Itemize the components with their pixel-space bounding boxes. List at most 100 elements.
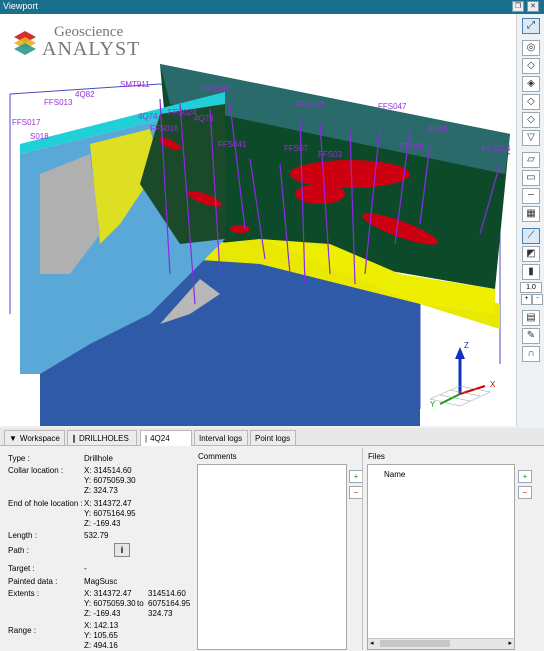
- tab-label: Point logs: [255, 434, 291, 443]
- extents-from-value: X: 314372.47 Y: 6075059.30 Z: -169.43: [84, 589, 136, 618]
- magnet-icon[interactable]: ∩: [522, 346, 540, 362]
- painted-label: Painted data :: [8, 577, 58, 586]
- add-file-icon[interactable]: +: [518, 470, 532, 483]
- workspace-icon: ▼: [9, 434, 17, 443]
- axis-triad: [429, 347, 491, 407]
- drillhole-label[interactable]: FFS047: [378, 102, 406, 111]
- perspective-icon[interactable]: ▱: [522, 152, 540, 168]
- drillhole-label[interactable]: 4Q88: [428, 124, 448, 133]
- target-value: -: [84, 564, 87, 573]
- drillhole-label[interactable]: FFS013: [44, 98, 72, 107]
- window-title: Viewport: [3, 1, 38, 11]
- tab-label: DRILLHOLES: [79, 434, 129, 443]
- zoom-field[interactable]: 1.0: [520, 282, 542, 293]
- type-label: Type :: [8, 454, 30, 463]
- drillhole-label[interactable]: FFS07: [284, 144, 308, 153]
- grid-icon[interactable]: ▦: [522, 206, 540, 222]
- drillhole-label[interactable]: FFS040: [202, 84, 230, 93]
- path-info-button[interactable]: i: [114, 543, 130, 557]
- view-south-icon[interactable]: ◇: [522, 94, 540, 110]
- drillhole-label[interactable]: S018: [30, 132, 49, 141]
- files-box[interactable]: Name ◂ ▸: [367, 464, 515, 650]
- drillhole-label[interactable]: FFS033: [295, 100, 323, 109]
- view-north-icon[interactable]: ◇: [522, 58, 540, 74]
- remove-file-icon[interactable]: −: [518, 486, 532, 499]
- path-label: Path :: [8, 546, 29, 555]
- comments-box[interactable]: [197, 464, 347, 650]
- type-value: Drillhole: [84, 454, 113, 463]
- drillhole-label[interactable]: FFS024: [168, 108, 196, 117]
- fit-view-icon[interactable]: ⤢: [522, 18, 540, 34]
- axis-label-x: X: [490, 380, 496, 389]
- collar-value: X: 314514.60 Y: 6075059.30 Z: 324.73: [84, 466, 136, 495]
- extents-to-value: 314514.60 6075164.95 324.73: [148, 589, 191, 618]
- drillhole-label[interactable]: SMT911: [120, 80, 150, 89]
- range-label: Range :: [8, 626, 37, 635]
- range-value: X: 142.13 Y: 105.65 Z: 494.16: [84, 621, 119, 650]
- axis-label-y: Y: [430, 400, 436, 409]
- view-bottom-icon[interactable]: ▽: [522, 130, 540, 146]
- files-name-column[interactable]: Name: [384, 470, 405, 479]
- scroll-thumb[interactable]: [380, 640, 450, 647]
- drillhole-label[interactable]: FFS03: [318, 150, 342, 159]
- viewport-titlebar: Viewport ❐ ✕: [0, 0, 544, 14]
- orthographic-icon[interactable]: ▭: [522, 170, 540, 186]
- clipping-icon[interactable]: ◩: [522, 246, 540, 262]
- comments-title: Comments: [198, 452, 237, 461]
- tab-workspace[interactable]: ▼ Workspace: [4, 430, 65, 445]
- scroll-right-icon[interactable]: ▸: [508, 640, 512, 648]
- tab-label: Interval logs: [199, 434, 243, 443]
- add-comment-icon[interactable]: +: [349, 470, 363, 483]
- files-title: Files: [368, 452, 385, 461]
- extents-label: Extents :: [8, 589, 40, 598]
- scroll-left-icon[interactable]: ◂: [370, 640, 374, 648]
- 3d-viewport[interactable]: Geoscience ANALYST SMT911 FFS040 4Q82 FF…: [0, 14, 516, 426]
- panel-divider: [362, 448, 363, 650]
- logo-icon: [14, 31, 36, 55]
- tab-point-logs[interactable]: Point logs: [250, 430, 296, 445]
- tab-label: Workspace: [19, 434, 60, 443]
- tab-label: 4Q24: [150, 434, 170, 443]
- screenshot-icon[interactable]: ▤: [522, 310, 540, 326]
- tab-drillholes[interactable]: ∥ DRILLHOLES: [67, 430, 137, 445]
- eoh-value: X: 314372.47 Y: 6075164.95 Z: -169.43: [84, 499, 136, 528]
- drillhole-label[interactable]: FFS016: [150, 124, 178, 133]
- scale-bar-icon[interactable]: ┄: [522, 188, 540, 204]
- zoom-out-button[interactable]: -: [532, 294, 543, 305]
- drillhole-label[interactable]: 4Q74: [138, 112, 158, 121]
- render-settings-icon[interactable]: ✎: [522, 328, 540, 344]
- view-top-icon[interactable]: ◎: [522, 40, 540, 56]
- length-label: Length :: [8, 531, 37, 540]
- properties-panel: Type : Drillhole Collar location : X: 31…: [0, 446, 544, 651]
- eoh-label: End of hole location :: [8, 499, 83, 508]
- view-west-icon[interactable]: ◇: [522, 112, 540, 128]
- scene-canvas[interactable]: [0, 14, 516, 426]
- target-label: Target :: [8, 564, 35, 573]
- drillhole-label[interactable]: 4Q79: [194, 114, 214, 123]
- zoom-in-button[interactable]: +: [521, 294, 532, 305]
- logo-line2: ANALYST: [42, 38, 141, 60]
- axis-label-z: Z: [464, 341, 469, 350]
- length-value: 532.79: [84, 531, 109, 540]
- painted-value: MagSusc: [84, 577, 118, 586]
- drillhole-label[interactable]: FFS041: [218, 140, 246, 149]
- tab-bar: ▼ Workspace ∥ DRILLHOLES | 4Q24 Interval lo…: [0, 428, 544, 446]
- tab-interval-logs[interactable]: Interval logs: [194, 430, 248, 445]
- view-east-icon[interactable]: ◈: [522, 76, 540, 92]
- undock-button[interactable]: ❐: [512, 1, 524, 12]
- axes-icon[interactable]: ⟋: [522, 228, 540, 244]
- remove-comment-icon[interactable]: −: [349, 486, 363, 499]
- close-button[interactable]: ✕: [527, 1, 539, 12]
- drillhole-label[interactable]: FFS017: [12, 118, 40, 127]
- drillhole-label[interactable]: FFS08: [400, 142, 424, 151]
- drillhole-icon: |: [145, 434, 148, 443]
- drillhole-label[interactable]: 4Q82: [75, 90, 95, 99]
- files-scrollbar[interactable]: ◂ ▸: [368, 638, 514, 649]
- extents-to-word: to: [137, 599, 144, 608]
- tab-4q24[interactable]: | 4Q24: [140, 430, 192, 446]
- drillholes-icon: ∥: [72, 434, 76, 443]
- drillhole-label[interactable]: FFS014: [482, 144, 510, 153]
- color-bar-icon[interactable]: ▮: [522, 264, 540, 280]
- collar-label: Collar location :: [8, 466, 64, 475]
- viewport-toolbar: ⤢ ◎ ◇ ◈ ◇ ◇ ▽ ▱ ▭ ┄ ▦ ⟋ ◩ ▮ 1.0 + - ▤ ✎ …: [516, 14, 544, 426]
